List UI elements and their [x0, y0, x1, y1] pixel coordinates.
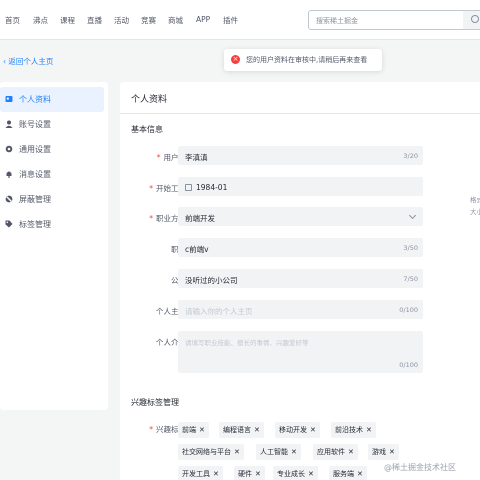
avatar-format-hint: 格式: [470, 196, 480, 204]
settings-sidebar: 个人资料 账号设置 通用设置 消息设置 屏蔽管理 标签管理: [0, 82, 108, 410]
nav-item-plugins[interactable]: 插件: [223, 15, 238, 26]
divider: [120, 113, 480, 114]
sidebar-item-messages[interactable]: 消息设置: [0, 162, 104, 187]
sidebar-item-account[interactable]: 账号设置: [0, 112, 104, 137]
nav-item-contests[interactable]: 竞赛: [141, 15, 156, 26]
nav-item-home[interactable]: 首页: [5, 15, 20, 26]
tag-chip: 服务端 ✕: [329, 466, 367, 480]
nav-item-live[interactable]: 直播: [87, 15, 102, 26]
user-icon: [5, 120, 13, 128]
tag-chip: 专业成长 ✕: [273, 466, 318, 480]
section-title-tags: 兴趣标签管理: [131, 398, 179, 407]
start-work-datepicker[interactable]: 1984-01: [178, 177, 423, 196]
nav-item-app[interactable]: APP: [196, 15, 210, 24]
sidebar-item-label: 标签管理: [19, 220, 51, 229]
required-mark: *: [156, 153, 161, 162]
homepage-placeholder: 请输入你的个人主页: [185, 307, 253, 316]
tag-chip: 应用软件 ✕: [313, 444, 358, 460]
close-icon[interactable]: ✕: [254, 422, 260, 438]
sidebar-item-label: 消息设置: [19, 170, 51, 179]
chevron-down-icon: [408, 211, 417, 220]
close-icon[interactable]: ✕: [255, 466, 261, 480]
close-icon[interactable]: ✕: [199, 422, 205, 438]
username-count: 3/20: [403, 152, 418, 160]
back-to-profile-link[interactable]: ‹ 返回个人主页: [3, 56, 53, 67]
calendar-icon: [185, 184, 192, 191]
nav-item-events[interactable]: 活动: [114, 15, 129, 26]
sidebar-item-profile[interactable]: 个人资料: [0, 87, 104, 112]
close-icon[interactable]: ✕: [366, 422, 372, 438]
toast-message: 您的用户资料在审核中,请稍后再来查看: [246, 56, 368, 64]
company-field[interactable]: 没听过的小公司 7/50: [178, 269, 423, 288]
tag-chip: 人工智能 ✕: [256, 444, 301, 460]
tag-chip: 前沿技术 ✕: [331, 422, 376, 438]
close-icon[interactable]: ✕: [310, 422, 316, 438]
tag-chip: 移动开发 ✕: [275, 422, 320, 438]
company-value: 没听过的小公司: [185, 276, 238, 285]
homepage-field[interactable]: 请输入你的个人主页 0/100: [178, 300, 423, 319]
username-field[interactable]: 李滇滇 3/20: [178, 146, 423, 165]
intro-placeholder: 请填写职业技能、擅长的事情、兴趣爱好等: [185, 339, 309, 347]
search-placeholder: 搜索稀土掘金: [316, 17, 358, 25]
sidebar-item-label: 个人资料: [19, 95, 51, 104]
search-button[interactable]: [463, 11, 480, 29]
direction-value: 前端开发: [185, 214, 215, 223]
tag-chip: 游戏 ✕: [368, 444, 399, 460]
error-icon: ×: [231, 55, 240, 64]
sidebar-item-label: 屏蔽管理: [19, 195, 51, 204]
search-input[interactable]: 搜索稀土掘金: [308, 10, 480, 30]
page-title: 个人资料: [131, 95, 168, 105]
back-link-label: 返回个人主页: [8, 57, 54, 66]
block-icon: [5, 195, 13, 203]
nav-item-mall[interactable]: 商城: [168, 15, 183, 26]
profile-panel: 个人资料 基本信息 * 用户名 李滇滇 3/20 * 开始工作 1984-01 * 职…: [120, 82, 480, 480]
sidebar-item-general[interactable]: 通用设置: [0, 137, 104, 162]
section-title-basic: 基本信息: [131, 125, 163, 134]
tag-chip: 开发工具 ✕: [178, 466, 223, 480]
nav-item-pins[interactable]: 沸点: [33, 15, 48, 26]
watermark: @稀土掘金技术社区: [384, 463, 456, 472]
intro-textarea[interactable]: 请填写职业技能、擅长的事情、兴趣爱好等 0/100: [178, 331, 423, 373]
close-icon[interactable]: ✕: [357, 466, 363, 480]
nav-item-courses[interactable]: 课程: [60, 15, 75, 26]
sidebar-item-tags[interactable]: 标签管理: [0, 212, 104, 237]
homepage-count: 0/100: [399, 306, 418, 314]
position-count: 3/50: [403, 244, 418, 252]
tag-chip: 社交网络与平台 ✕: [178, 444, 244, 460]
bell-icon: [6, 171, 12, 178]
sidebar-item-label: 通用设置: [19, 145, 51, 154]
required-mark: *: [149, 425, 153, 434]
intro-count: 0/100: [399, 361, 418, 369]
tag-chip: 前端 ✕: [178, 422, 209, 438]
sidebar-item-block[interactable]: 屏蔽管理: [0, 187, 104, 212]
review-toast: × 您的用户资料在审核中,请稍后再来查看: [224, 49, 382, 71]
search-icon: [471, 15, 479, 23]
id-card-icon: [5, 96, 13, 102]
position-field[interactable]: c前端v 3/50: [178, 238, 423, 257]
tag-chip: 编程语言 ✕: [219, 422, 264, 438]
sidebar-item-label: 账号设置: [19, 120, 51, 129]
top-navigation: 首页 沸点 课程 直播 活动 竞赛 商城 APP 插件 搜索稀土掘金: [0, 0, 480, 40]
close-icon[interactable]: ✕: [291, 444, 297, 460]
start-work-value: 1984-01: [196, 183, 228, 192]
tag-chip: 硬件 ✕: [234, 466, 265, 480]
position-value: c前端v: [185, 245, 209, 254]
close-icon[interactable]: ✕: [234, 444, 240, 460]
username-value: 李滇滇: [185, 153, 208, 162]
close-icon[interactable]: ✕: [389, 444, 395, 460]
close-icon[interactable]: ✕: [213, 466, 219, 480]
tag-icon: [5, 220, 13, 228]
avatar-size-hint: 大小: [470, 208, 480, 216]
company-count: 7/50: [403, 275, 418, 283]
close-icon[interactable]: ✕: [308, 466, 314, 480]
required-mark: *: [149, 184, 153, 193]
direction-select[interactable]: 前端开发: [178, 207, 423, 226]
required-mark: *: [149, 214, 153, 223]
gear-icon: [5, 145, 13, 153]
close-icon[interactable]: ✕: [348, 444, 354, 460]
